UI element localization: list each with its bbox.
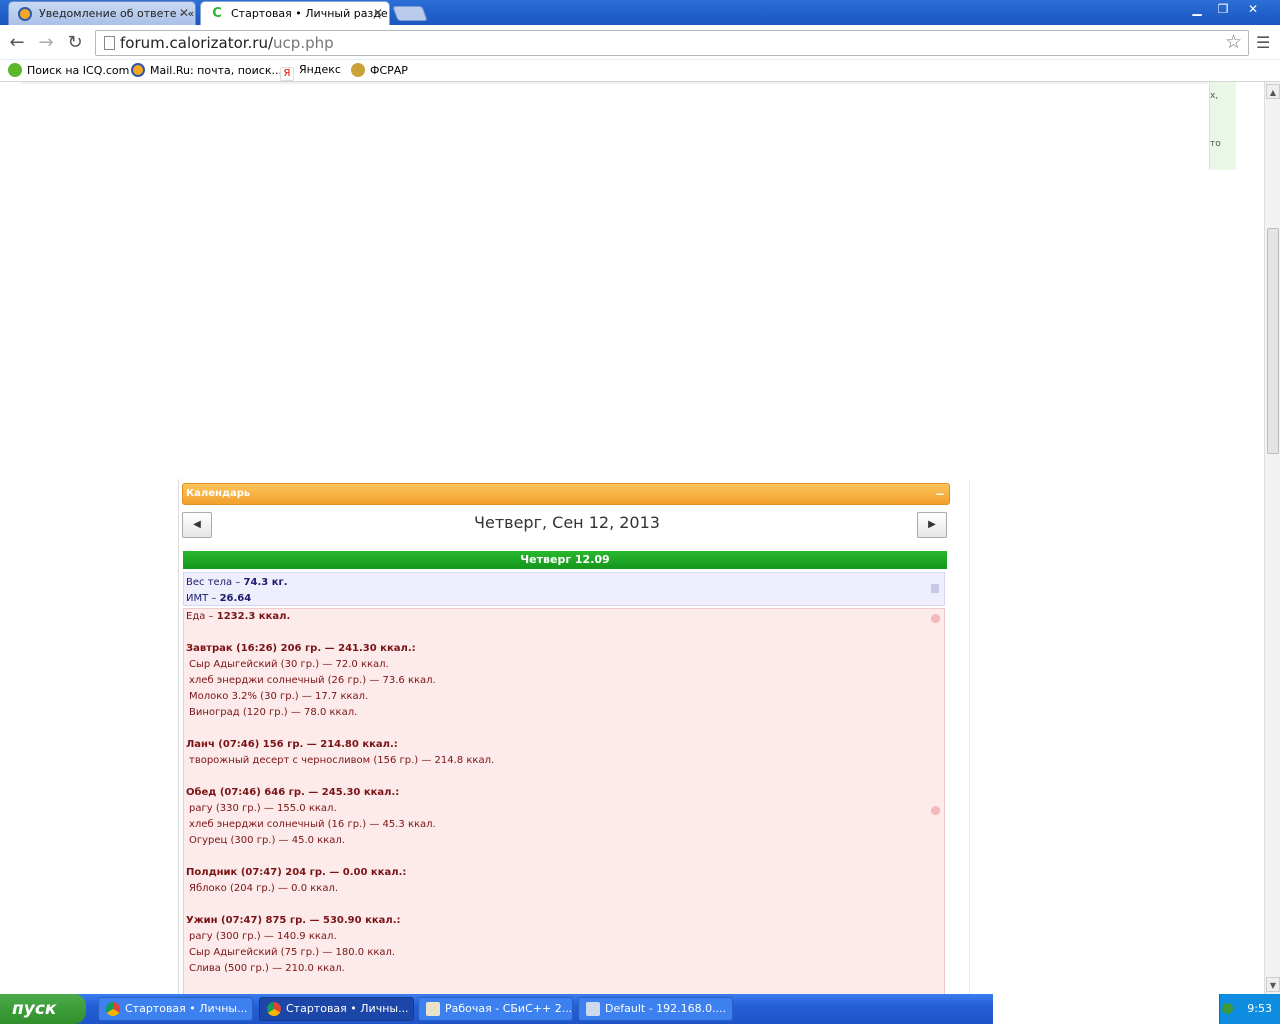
bookmark-yandex[interactable]: Я Яндекс [280, 63, 341, 81]
mailru-icon [18, 7, 32, 21]
tab-startovaya[interactable]: C Стартовая • Личный разде ✕ [200, 1, 390, 25]
url-text: forum.calorizator.ru/ucp.php [120, 34, 334, 52]
scroll-up-arrow-icon[interactable]: ▲ [1266, 84, 1280, 99]
list-item: Яблоко (204 гр.) — 0.0 ккал. [189, 883, 339, 894]
bookmarks-bar: Поиск на ICQ.com Mail.Ru: почта, поиск..… [0, 60, 1280, 82]
meal-header: Полдник (07:47) 204 гр. — 0.00 ккал.: [186, 867, 407, 878]
taskbar-item[interactable]: Рабочая - СБиС++ 2... [418, 997, 573, 1021]
emblem-icon [351, 63, 365, 77]
star-icon[interactable]: ☆ [1225, 31, 1242, 53]
prev-day-button[interactable]: ◀ [182, 512, 212, 538]
date-heading: Четверг, Сен 12, 2013 [474, 513, 660, 532]
tab-label: Стартовая • Личный разде [231, 7, 388, 20]
list-item: рагу (330 гр.) — 155.0 ккал. [189, 803, 337, 814]
list-item: рагу (300 гр.) — 140.9 ккал. [189, 931, 337, 942]
list-item: хлеб энерджи солнечный (16 гр.) — 45.3 к… [189, 819, 436, 830]
calendar-widget: Календарь − Четверг, Сен 12, 2013 ◀ ▶ Че… [178, 479, 970, 994]
wrench-icon[interactable]: ☰ [1256, 33, 1270, 52]
page-scrollbar[interactable]: ▲ ▼ [1264, 82, 1280, 994]
remote-desktop-icon [586, 1002, 600, 1016]
day-bar: Четверг 12.09 [183, 551, 947, 569]
icq-icon [8, 63, 22, 77]
chrome-icon [106, 1002, 120, 1016]
weight-line: Вес тела – 74.3 кг. [186, 577, 288, 588]
page-content: х, то Календарь − Четверг, Сен 12, 2013 … [0, 82, 1264, 994]
address-bar[interactable]: forum.calorizator.ru/ucp.php ☆ [95, 30, 1249, 56]
page-icon [104, 36, 115, 50]
close-tab-icon[interactable]: ✕ [373, 2, 383, 25]
maximize-button[interactable]: ❐ [1210, 1, 1236, 19]
meal-header: Ужин (07:47) 875 гр. — 530.90 ккал.: [186, 915, 401, 926]
delete-icon[interactable] [931, 584, 939, 593]
taskbar-item[interactable]: Стартовая • Личны... [98, 997, 253, 1021]
bookmark-icq[interactable]: Поиск на ICQ.com [8, 63, 129, 77]
close-window-button[interactable]: ✕ [1240, 1, 1266, 19]
calorizator-icon: C [210, 7, 224, 21]
browser-titlebar: Уведомление об ответе - « ✕ C Стартовая … [0, 0, 1280, 25]
system-tray: 9:53 [1219, 994, 1280, 1024]
calendar-title: Календарь [186, 488, 251, 499]
list-item: творожный десерт с черносливом (156 гр.)… [189, 755, 495, 766]
list-item: Виноград (120 гр.) — 78.0 ккал. [189, 707, 358, 718]
calendar-header: Календарь − [182, 483, 950, 505]
new-tab-button[interactable] [392, 6, 428, 21]
next-day-button[interactable]: ▶ [917, 512, 947, 538]
taskbar-item[interactable]: Default - 192.168.0.... [578, 997, 733, 1021]
taskbar: пуск Стартовая • Личны... Стартовая • Ли… [0, 994, 993, 1024]
delete-icon[interactable] [931, 806, 940, 815]
scroll-down-arrow-icon[interactable]: ▼ [1266, 977, 1280, 992]
start-button[interactable]: пуск [0, 994, 86, 1024]
list-item: Огурец (300 гр.) — 45.0 ккал. [189, 835, 345, 846]
food-block: Еда – 1232.3 ккал. Завтрак (16:26) 206 г… [183, 608, 945, 994]
minimize-button[interactable]: ▁ [1184, 1, 1210, 19]
divider [22, 82, 1208, 84]
food-total: Еда – 1232.3 ккал. [186, 611, 291, 622]
scroll-thumb[interactable] [1267, 228, 1279, 454]
delete-icon[interactable] [931, 614, 940, 623]
close-tab-icon[interactable]: ✕ [179, 2, 189, 25]
meal-header: Завтрак (16:26) 206 гр. — 241.30 ккал.: [186, 643, 416, 654]
back-arrow-icon[interactable]: ← [6, 32, 28, 53]
bookmark-fsrar[interactable]: ФСРАР [351, 63, 408, 77]
list-item: Сыр Адыгейский (30 гр.) — 72.0 ккал. [189, 659, 389, 670]
weight-block: Вес тела – 74.3 кг. ИМТ – 26.64 [183, 572, 945, 606]
list-item: Сыр Адыгейский (75 гр.) — 180.0 ккал. [189, 947, 396, 958]
tab-notification[interactable]: Уведомление об ответе - « ✕ [8, 1, 196, 25]
mailru-icon [131, 63, 145, 77]
forward-arrow-icon[interactable]: → [35, 32, 57, 53]
chrome-icon [267, 1002, 281, 1016]
tray-icon[interactable] [1222, 1003, 1233, 1014]
reload-icon[interactable]: ↻ [64, 32, 86, 53]
list-item: Слива (500 гр.) — 210.0 ккал. [189, 963, 345, 974]
side-panel: х, то [1209, 82, 1236, 170]
tab-label: Уведомление об ответе - « [39, 7, 195, 20]
meal-header: Обед (07:46) 646 гр. — 245.30 ккал.: [186, 787, 400, 798]
taskbar-item-active[interactable]: Стартовая • Личны... [259, 997, 414, 1021]
clock: 9:53 [1247, 1002, 1272, 1015]
list-item: хлеб энерджи солнечный (26 гр.) — 73.6 к… [189, 675, 436, 686]
bmi-line: ИМТ – 26.64 [186, 593, 252, 604]
collapse-icon[interactable]: − [935, 484, 945, 504]
list-item: Молоко 3.2% (30 гр.) — 17.7 ккал. [189, 691, 369, 702]
sbis-icon [426, 1002, 440, 1016]
meal-header: Ланч (07:46) 156 гр. — 214.80 ккал.: [186, 739, 398, 750]
yandex-icon: Я [280, 67, 294, 81]
bookmark-mailru[interactable]: Mail.Ru: почта, поиск... [131, 63, 282, 77]
